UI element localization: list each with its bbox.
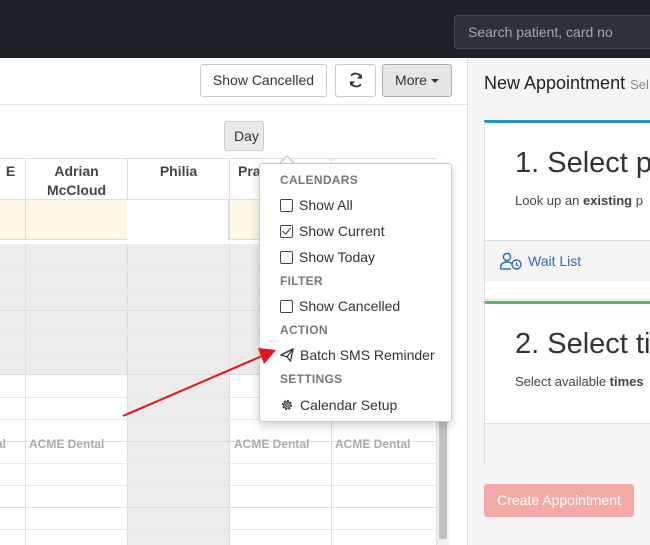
grid-line bbox=[0, 463, 437, 464]
location-label: ACME Dental bbox=[234, 437, 310, 451]
new-appointment-panel: New Appointment Sel 1. Select p Look up … bbox=[467, 58, 650, 545]
calendar-toolbar: Show Cancelled More bbox=[0, 58, 467, 105]
more-button-label: More bbox=[395, 72, 427, 88]
location-label: al bbox=[0, 437, 7, 451]
calendar-pane: Show Cancelled More Day E Adrian McCloud… bbox=[0, 58, 467, 545]
more-dropdown-menu: CALENDARS Show All Show Current Show Tod… bbox=[259, 163, 452, 422]
user-clock-icon bbox=[499, 252, 522, 270]
checkbox-empty-icon bbox=[280, 250, 293, 264]
step2-footer bbox=[485, 423, 650, 465]
gear-icon bbox=[281, 399, 293, 411]
more-dropdown-button[interactable]: More bbox=[382, 64, 452, 97]
menu-item-show-all[interactable]: Show All bbox=[280, 197, 353, 213]
location-label: ACME Dental bbox=[29, 437, 105, 451]
checkbox-empty-icon bbox=[280, 198, 293, 212]
paper-plane-icon bbox=[280, 348, 294, 362]
menu-item-show-current[interactable]: Show Current bbox=[280, 223, 385, 239]
calendar-column bbox=[128, 244, 230, 545]
column-divider bbox=[229, 200, 230, 240]
menu-item-show-cancelled[interactable]: Show Cancelled bbox=[280, 298, 400, 314]
dropdown-header-calendars: CALENDARS bbox=[280, 173, 359, 187]
dropdown-header-action: ACTION bbox=[280, 323, 328, 337]
checkbox-empty-icon bbox=[280, 299, 293, 313]
dropdown-header-filter: FILTER bbox=[280, 274, 323, 288]
checkbox-checked-icon bbox=[280, 224, 293, 238]
select-time-card: 2. Select ti Select available times bbox=[484, 301, 650, 465]
menu-item-batch-sms-reminder[interactable]: Batch SMS Reminder bbox=[280, 347, 435, 363]
select-patient-card: 1. Select p Look up an existing p Wait L… bbox=[484, 120, 650, 300]
dropdown-header-settings: SETTINGS bbox=[280, 372, 343, 386]
column-header: Philia bbox=[128, 159, 230, 201]
create-appointment-button[interactable]: Create Appointment bbox=[484, 484, 634, 517]
caret-down-icon bbox=[430, 79, 439, 84]
location-label: ACME Dental bbox=[335, 437, 411, 451]
step2-title: 2. Select ti bbox=[515, 328, 650, 360]
refresh-icon bbox=[349, 72, 362, 88]
step2-text: Select available times bbox=[515, 374, 644, 389]
panel-title: New Appointment Sel bbox=[484, 73, 649, 93]
show-cancelled-button[interactable]: Show Cancelled bbox=[200, 64, 327, 97]
menu-item-calendar-setup[interactable]: Calendar Setup bbox=[280, 397, 397, 413]
step1-title: 1. Select p bbox=[515, 147, 650, 179]
grid-line bbox=[0, 529, 437, 530]
wait-list-link[interactable]: Wait List bbox=[499, 252, 581, 270]
grid-line bbox=[0, 507, 437, 508]
all-day-cell bbox=[127, 200, 229, 240]
refresh-button[interactable] bbox=[335, 64, 376, 97]
calendar-column bbox=[26, 374, 128, 545]
column-header: E bbox=[0, 159, 26, 201]
menu-item-show-today[interactable]: Show Today bbox=[280, 249, 375, 265]
day-view-button[interactable]: Day bbox=[224, 121, 264, 151]
step1-text: Look up an existing p bbox=[515, 193, 643, 208]
column-header: Adrian McCloud bbox=[26, 159, 128, 201]
grid-line bbox=[0, 485, 437, 486]
column-divider bbox=[25, 200, 26, 240]
top-navbar: Search patient, card no bbox=[0, 0, 650, 58]
step1-footer: Wait List bbox=[485, 240, 650, 282]
search-input[interactable]: Search patient, card no bbox=[454, 15, 650, 49]
calendar-column bbox=[0, 374, 26, 545]
